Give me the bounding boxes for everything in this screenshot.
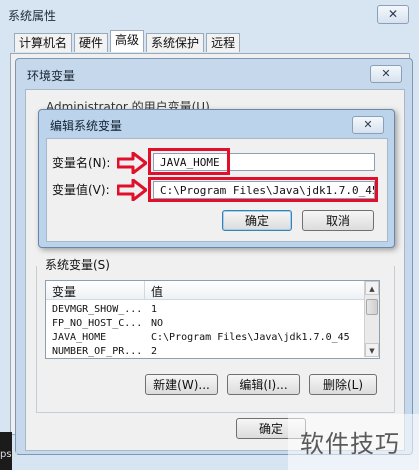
row-value: NO (151, 318, 164, 329)
variable-value-label: 变量值(V): (52, 183, 110, 197)
scroll-thumb[interactable] (366, 299, 378, 315)
tab-hardware[interactable]: 硬件 (74, 33, 109, 52)
column-header-variable[interactable]: 变量 (52, 283, 76, 300)
tab-computer-name[interactable]: 计算机名 (14, 33, 73, 52)
row-value: 2 (151, 346, 158, 357)
vertical-scrollbar[interactable]: ▲ ▼ (364, 281, 379, 357)
row-variable: DEVMGR_SHOW_... (52, 304, 143, 315)
ok-button[interactable]: 确定 (222, 210, 292, 231)
cancel-button[interactable]: 取消 (302, 210, 374, 231)
row-variable: NUMBER_OF_PR... (52, 346, 143, 357)
highlight-name-box (148, 148, 230, 175)
table-row[interactable]: FP_NO_HOST_C... NO (46, 317, 364, 330)
arrow-right-icon (117, 179, 147, 201)
row-variable: JAVA_HOME (52, 332, 107, 343)
scroll-down-icon[interactable]: ▼ (365, 343, 379, 357)
column-header-value[interactable]: 值 (151, 283, 163, 300)
table-row[interactable]: DEVMGR_SHOW_... 1 (46, 303, 364, 316)
watermark: 软件技巧 (300, 430, 400, 458)
list-header: 变量 值 (46, 281, 364, 300)
close-icon[interactable]: ✕ (370, 65, 402, 83)
close-icon[interactable]: ✕ (377, 5, 409, 24)
dialog-title: 编辑系统变量 (50, 119, 123, 133)
system-variables-list[interactable]: 变量 值 DEVMGR_SHOW_... 1 FP_NO_HOST_C... N… (45, 280, 380, 359)
arrow-right-icon (117, 152, 147, 174)
tab-bar: 计算机名 硬件 高级 系统保护 远程 (14, 30, 242, 53)
table-row[interactable]: NUMBER_OF_PR... 2 (46, 345, 364, 358)
row-value: C:\Program Files\Java\jdk1.7.0_45 (151, 332, 350, 343)
dialog-title: 环境变量 (27, 69, 76, 83)
tab-remote[interactable]: 远程 (206, 33, 241, 52)
column-divider[interactable] (144, 281, 145, 299)
edit-button[interactable]: 编辑(I)... (227, 374, 300, 395)
system-variables-label: 系统变量(S) (43, 256, 112, 273)
window-title: 系统属性 (8, 9, 57, 23)
row-variable: FP_NO_HOST_C... (52, 318, 143, 329)
new-button[interactable]: 新建(W)... (145, 374, 218, 395)
scroll-up-icon[interactable]: ▲ (365, 281, 379, 295)
row-value: 1 (151, 304, 158, 315)
tab-advanced[interactable]: 高级 (110, 30, 145, 52)
tab-system-protection[interactable]: 系统保护 (146, 33, 205, 52)
highlight-value-box (148, 177, 378, 202)
delete-button[interactable]: 删除(L) (309, 374, 377, 395)
table-row[interactable]: JAVA_HOME C:\Program Files\Java\jdk1.7.0… (46, 331, 364, 344)
desktop-text: pse (0, 449, 18, 460)
variable-name-label: 变量名(N): (52, 156, 111, 170)
close-icon[interactable]: ✕ (352, 116, 384, 134)
